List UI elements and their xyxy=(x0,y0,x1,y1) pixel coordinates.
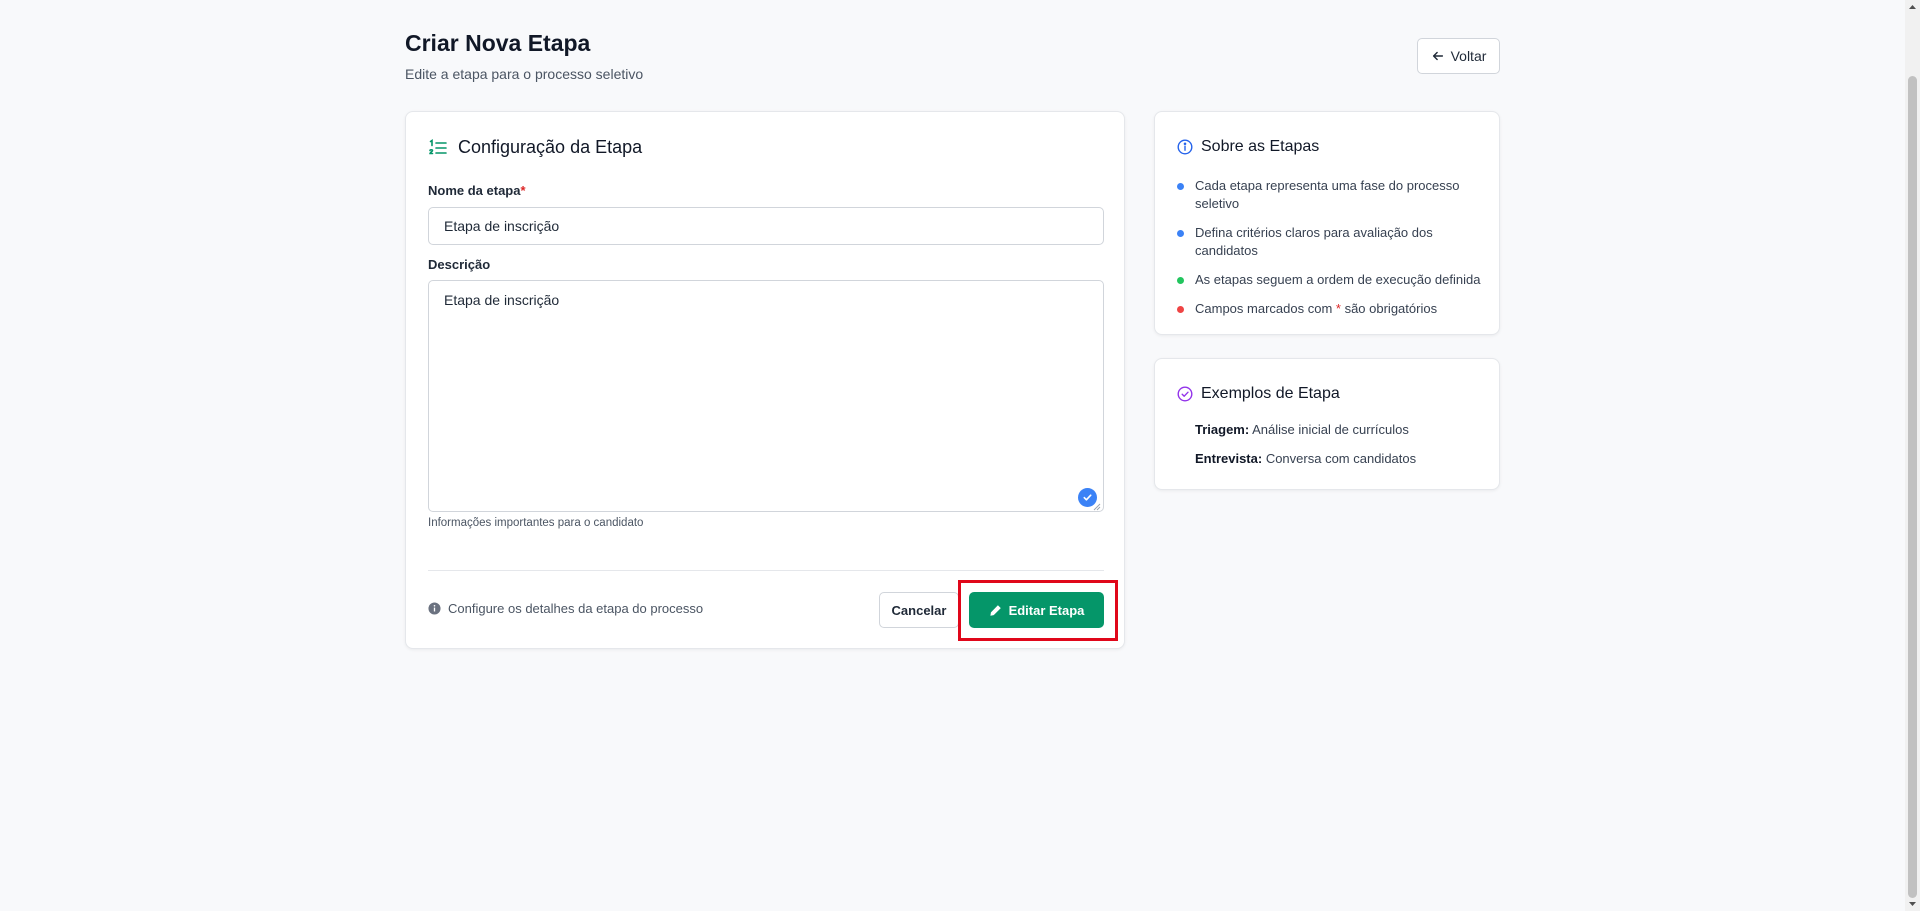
list-item: Defina critérios claros para avaliação d… xyxy=(1177,224,1482,260)
list-item: Entrevista: Conversa com candidatos xyxy=(1195,450,1485,468)
card-title: Configuração da Etapa xyxy=(458,137,643,157)
list-item: Campos marcados com * são obrigatórios xyxy=(1177,300,1482,318)
resize-grip-icon[interactable] xyxy=(1093,503,1101,511)
edit-stage-button-label: Editar Etapa xyxy=(1008,602,1085,618)
card-header: Configuração da Etapa xyxy=(428,137,642,158)
list-item-text: As etapas seguem a ordem de execução def… xyxy=(1195,272,1481,287)
example-name: Entrevista: xyxy=(1195,451,1263,466)
info-circle-icon xyxy=(1177,139,1193,155)
stage-examples-header: Exemplos de Etapa xyxy=(1177,385,1340,403)
bullet-dot xyxy=(1177,306,1184,313)
description-label: Descrição xyxy=(428,257,491,272)
list-item: Cada etapa representa uma fase do proces… xyxy=(1177,177,1482,213)
stage-examples-title: Exemplos de Etapa xyxy=(1201,385,1340,402)
check-circle-icon xyxy=(1177,386,1193,402)
list-ordered-icon xyxy=(429,138,447,154)
divider xyxy=(428,570,1104,571)
stage-examples-list: Triagem: Análise inicial de currículos E… xyxy=(1195,421,1485,479)
page-header: Criar Nova Etapa Edite a etapa para o pr… xyxy=(405,30,1500,90)
name-label: Nome da etapa* xyxy=(428,183,526,198)
scrollbar[interactable] xyxy=(1905,0,1920,911)
footer-info: Configure os detalhes da etapa do proces… xyxy=(428,601,703,616)
stage-config-card: Configuração da Etapa Nome da etapa* Des… xyxy=(405,111,1125,649)
edit-stage-button[interactable]: Editar Etapa xyxy=(969,592,1104,628)
example-name: Triagem: xyxy=(1195,422,1250,437)
about-stages-title: Sobre as Etapas xyxy=(1201,138,1320,155)
list-item-text: Campos marcados com xyxy=(1195,301,1336,316)
scrollbar-thumb[interactable] xyxy=(1908,76,1917,898)
description-textarea[interactable]: Etapa de inscrição xyxy=(428,280,1104,512)
list-item-text: são obrigatórios xyxy=(1340,301,1438,316)
about-stages-card: Sobre as Etapas Cada etapa representa um… xyxy=(1154,111,1500,335)
bullet-dot xyxy=(1177,183,1184,190)
description-help-text: Informações importantes para o candidato xyxy=(428,517,644,529)
info-icon xyxy=(428,602,441,615)
scroll-down-arrow-icon[interactable] xyxy=(1908,900,1917,908)
scroll-up-arrow-icon[interactable] xyxy=(1908,3,1917,11)
back-button[interactable]: Voltar xyxy=(1417,38,1500,74)
about-stages-header: Sobre as Etapas xyxy=(1177,138,1319,156)
footer-info-text: Configure os detalhes da etapa do proces… xyxy=(448,601,704,616)
about-stages-list: Cada etapa representa uma fase do proces… xyxy=(1177,177,1482,329)
stage-examples-card: Exemplos de Etapa Triagem: Análise inici… xyxy=(1154,358,1500,490)
arrow-left-icon xyxy=(1432,51,1443,61)
list-item-text: Cada etapa representa uma fase do proces… xyxy=(1195,178,1460,211)
name-input[interactable] xyxy=(428,207,1104,245)
page-title: Criar Nova Etapa xyxy=(405,30,591,56)
list-item-text: Defina critérios claros para avaliação d… xyxy=(1195,225,1433,258)
bullet-dot xyxy=(1177,230,1184,237)
list-item: As etapas seguem a ordem de execução def… xyxy=(1177,271,1482,289)
page: Criar Nova Etapa Edite a etapa para o pr… xyxy=(405,0,1500,911)
name-label-text: Nome da etapa xyxy=(428,183,521,198)
bullet-dot xyxy=(1177,277,1184,284)
pencil-icon xyxy=(989,604,1001,616)
back-button-label: Voltar xyxy=(1450,48,1487,64)
required-mark: * xyxy=(520,183,526,198)
cancel-button[interactable]: Cancelar xyxy=(879,592,959,628)
page-subtitle: Edite a etapa para o processo seletivo xyxy=(405,66,644,82)
list-item: Triagem: Análise inicial de currículos xyxy=(1195,421,1485,439)
example-desc: Análise inicial de currículos xyxy=(1249,422,1409,437)
example-desc: Conversa com candidatos xyxy=(1262,451,1417,466)
